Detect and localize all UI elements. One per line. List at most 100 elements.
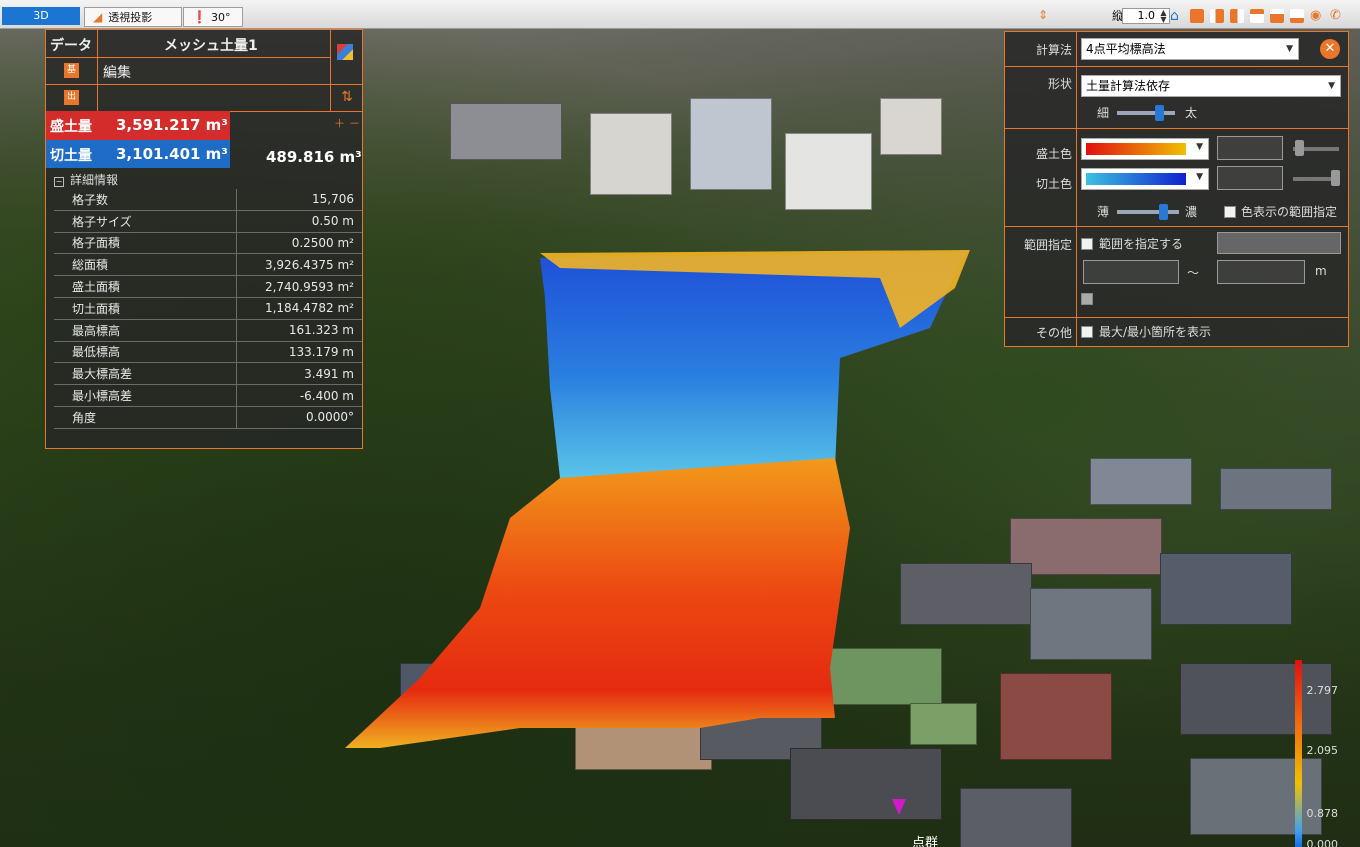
- scale-label: 0.878: [1306, 807, 1339, 820]
- detail-key: 切土面積: [54, 297, 237, 320]
- home-icon[interactable]: ⌂: [1170, 9, 1184, 23]
- chevron-down-icon: ▼: [1196, 172, 1203, 182]
- pointcloud-marker-icon[interactable]: [892, 799, 906, 815]
- angle-label: 30°: [210, 11, 231, 24]
- fill-color-select[interactable]: ▼: [1081, 138, 1209, 160]
- data-header-key: データ: [46, 30, 98, 57]
- projection-icon: ◢: [93, 10, 103, 24]
- detail-value: 3.491 m: [236, 362, 362, 386]
- range-checkbox[interactable]: [1081, 238, 1093, 250]
- detail-key: 角度: [54, 406, 237, 429]
- close-icon[interactable]: ✕: [1320, 39, 1340, 59]
- detail-row: 最低標高 133.179 m: [54, 341, 362, 364]
- settings-panel: 計算法 4点平均標高法 ▼ 形状 土量計算法依存 ▼ 細 太 盛土色 切土色 ▼ ▼: [1004, 31, 1349, 347]
- thin-label: 細: [1097, 106, 1110, 120]
- view-right-icon[interactable]: [1210, 9, 1224, 23]
- mesh-settings-icon[interactable]: [330, 30, 363, 85]
- fill-color-label: 盛土色: [1035, 147, 1072, 161]
- view-back-icon[interactable]: [1270, 9, 1284, 23]
- volume-data-panel: データ メッシュ土量1 基 編集 出 ⇅ 盛土量 3,591.217 m³ 切土…: [45, 29, 363, 449]
- color-range-checkbox[interactable]: [1224, 206, 1236, 218]
- detail-value: -6.400 m: [236, 384, 362, 407]
- detail-value: 2,740.9593 m²: [236, 275, 362, 298]
- calc-method-select[interactable]: 4点平均標高法 ▼: [1081, 38, 1299, 60]
- data-header-label: データ: [50, 38, 92, 54]
- dark-label: 濃: [1185, 205, 1198, 219]
- minmax-label: 最大/最小箇所を表示: [1099, 325, 1212, 339]
- range-sub-checkbox: [1081, 293, 1093, 305]
- calc-label: 計算法: [1035, 43, 1072, 57]
- cut-color-range-box: [1217, 166, 1283, 190]
- plus-icon[interactable]: ＋: [334, 115, 345, 131]
- view-bottom-icon[interactable]: [1290, 9, 1304, 23]
- opacity-thumb[interactable]: [1159, 204, 1168, 220]
- detail-key: 盛土面積: [54, 275, 237, 298]
- detail-value: 133.179 m: [236, 341, 362, 364]
- detail-key: 最高標高: [54, 319, 237, 342]
- minmax-checkbox[interactable]: [1081, 326, 1093, 338]
- line-width-thumb[interactable]: [1155, 105, 1164, 121]
- calc-section: 計算法 4点平均標高法 ▼: [1005, 32, 1348, 67]
- detail-row: 最高標高 161.323 m: [54, 319, 362, 342]
- fill-range-thumb: [1295, 140, 1304, 156]
- edit-label: 編集: [103, 65, 131, 81]
- detail-value: 0.2500 m²: [236, 232, 362, 255]
- vertical-scale-spinner[interactable]: ▲ ▼: [1158, 9, 1169, 24]
- cut-volume-label: 切土量: [50, 148, 92, 164]
- light-label: 薄: [1097, 205, 1110, 219]
- color-key: 盛土色 切土色: [1005, 128, 1077, 226]
- swap-icon[interactable]: ⇅: [330, 84, 363, 112]
- angle-button[interactable]: ❗ 30°: [183, 7, 243, 27]
- detail-value: 161.323 m: [236, 319, 362, 342]
- output-row[interactable]: 出: [46, 84, 330, 112]
- opacity-slider[interactable]: [1117, 210, 1179, 214]
- cut-range-thumb: [1331, 170, 1340, 186]
- range-key: 範囲指定: [1005, 226, 1077, 317]
- collapse-icon[interactable]: −: [54, 177, 64, 187]
- fill-color-range-box: [1217, 136, 1283, 160]
- detail-row: 最大標高差 3.491 m: [54, 362, 362, 386]
- fill-volume-value: 3,591.217 m³: [116, 116, 228, 134]
- shape-value: 土量計算法依存: [1086, 79, 1171, 93]
- base-icon: 基: [64, 63, 79, 78]
- projection-button[interactable]: ◢ 透視投影: [84, 7, 182, 27]
- mesh-title: メッシュ土量1: [164, 38, 258, 54]
- detail-table: 格子数 15,706 格子サイズ 0.50 m 格子面積 0.2500 m² 総面積 3,92…: [54, 189, 362, 429]
- scale-label: 2.095: [1306, 744, 1339, 757]
- projection-label: 透視投影: [108, 11, 153, 24]
- camera-icon[interactable]: ◉: [1310, 9, 1324, 23]
- minus-icon[interactable]: －: [349, 115, 360, 131]
- shape-label: 形状: [1047, 77, 1072, 91]
- detail-row: 盛土面積 2,740.9593 m²: [54, 275, 362, 298]
- detail-row: 切土面積 1,184.4782 m²: [54, 297, 362, 320]
- detail-value: 15,706: [236, 189, 362, 211]
- color-scale-bar: [1295, 660, 1302, 847]
- top-toolbar: 3D ◢透視投影 ❗30° ⇕ 縦倍率: 1.0 ▲▼ ⌂ ◉ ✆: [0, 0, 1360, 29]
- range-unit: m: [1315, 264, 1327, 278]
- detail-header-label: 詳細情報: [70, 173, 119, 187]
- detail-row: 角度 0.0000°: [54, 406, 362, 429]
- range-max-input: [1217, 260, 1305, 284]
- shape-select[interactable]: 土量計算法依存 ▼: [1081, 75, 1341, 97]
- tab-3d[interactable]: 3D: [2, 7, 80, 25]
- view-top-icon[interactable]: [1250, 9, 1264, 23]
- view-front-icon[interactable]: [1190, 9, 1204, 23]
- phone-icon[interactable]: ✆: [1330, 9, 1344, 23]
- range-min-input: [1083, 260, 1179, 284]
- range-section: 範囲指定 範囲を指定する ～ m: [1005, 226, 1348, 318]
- line-width-slider[interactable]: [1117, 111, 1175, 115]
- range-label: 範囲指定: [1023, 238, 1072, 252]
- cube-gear-icon: [337, 44, 353, 60]
- view-left-icon[interactable]: [1230, 9, 1244, 23]
- detail-row: 格子数 15,706: [54, 189, 362, 211]
- cut-color-select[interactable]: ▼: [1081, 168, 1209, 190]
- cut-volume-row: 切土量 3,101.401 m³: [46, 140, 230, 168]
- fill-region: [345, 458, 850, 748]
- detail-header[interactable]: − 詳細情報: [54, 171, 118, 188]
- other-key: その他: [1005, 317, 1077, 346]
- vertical-scale-icon: ⇕: [1037, 8, 1048, 22]
- calc-method-value: 4点平均標高法: [1086, 42, 1166, 56]
- edit-row[interactable]: 基 編集: [46, 57, 330, 85]
- fill-gradient-swatch: [1086, 143, 1186, 155]
- detail-row: 最小標高差 -6.400 m: [54, 384, 362, 407]
